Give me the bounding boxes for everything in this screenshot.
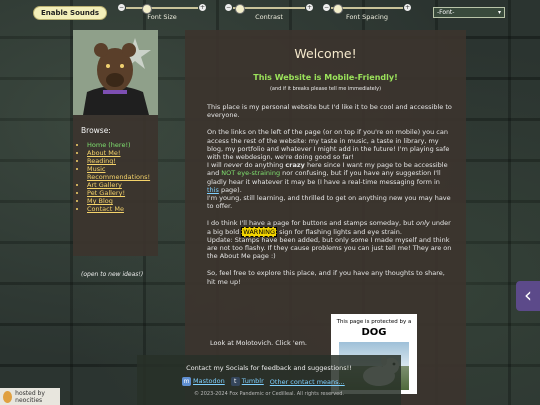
learning-text: I'm young, still learning, and thrilled … bbox=[207, 194, 451, 211]
intro-paragraph: This place is my personal website but I'… bbox=[207, 103, 452, 120]
promise-text-2: do anything bbox=[242, 161, 286, 170]
nav-link-reading[interactable]: Reading! bbox=[87, 157, 116, 165]
other-contact-link[interactable]: Other contact means... bbox=[270, 378, 345, 386]
footer-contact-text: Contact my Socials for feedback and sugg… bbox=[186, 364, 352, 372]
contrast-label: Contrast bbox=[255, 13, 283, 21]
contrast-increase-button[interactable]: + bbox=[306, 4, 313, 11]
nav-item-blog[interactable]: My Blog bbox=[87, 197, 158, 205]
nav-link-music[interactable]: Music Recommendations! bbox=[87, 165, 150, 181]
browse-heading: Browse: bbox=[81, 126, 111, 135]
font-spacing-label: Font Spacing bbox=[345, 13, 389, 21]
accessibility-toolbar: Enable Sounds − + Font Size − + Contrast… bbox=[0, 0, 540, 24]
nav-list: Home (here!) About Me! Reading! Music Re… bbox=[79, 141, 158, 213]
font-size-decrease-button[interactable]: − bbox=[118, 4, 125, 11]
nav-link-about[interactable]: About Me! bbox=[87, 149, 121, 157]
contrast-slider[interactable]: − + Contrast bbox=[225, 4, 313, 21]
nav-link-blog[interactable]: My Blog bbox=[87, 197, 113, 205]
links-paragraph: On the links on the left of the page (or… bbox=[207, 128, 452, 210]
copyright-text: © 2023-2024 Fox Pandemic or Cedilleal. A… bbox=[193, 391, 345, 397]
font-spacing-slider[interactable]: − + Font Spacing bbox=[323, 4, 411, 21]
nav-item-reading[interactable]: Reading! bbox=[87, 157, 158, 165]
bear-avatar-icon bbox=[73, 30, 158, 115]
tumblr-link-text[interactable]: Tumblr bbox=[242, 377, 264, 385]
avatar bbox=[73, 30, 158, 115]
font-size-increase-button[interactable]: + bbox=[199, 4, 206, 11]
sidebar: Browse: Home (here!) About Me! Reading! … bbox=[73, 30, 158, 278]
mastodon-link[interactable]: m Mastodon bbox=[182, 377, 225, 386]
mastodon-link-text[interactable]: Mastodon bbox=[193, 377, 225, 385]
font-select[interactable]: -Font- ▾ bbox=[433, 7, 505, 18]
crazy-emphasis: crazy bbox=[285, 161, 305, 170]
only-emphasis: only bbox=[415, 219, 430, 228]
nav-link-home[interactable]: Home bbox=[87, 141, 106, 149]
nav-item-music[interactable]: Music Recommendations! bbox=[87, 165, 158, 181]
links-text: On the links on the left of the page (or… bbox=[207, 128, 450, 162]
nav-link-contact[interactable]: Contact Me bbox=[87, 205, 124, 213]
mobile-friendly-subnote: (and if it breaks please tell me immedia… bbox=[269, 86, 382, 92]
nav-item-pets[interactable]: Pet Gallery! bbox=[87, 189, 158, 197]
page-title: Welcome! bbox=[294, 46, 357, 61]
nav-link-art[interactable]: Art Gallery bbox=[87, 181, 122, 189]
promise-text-5: page). bbox=[218, 185, 242, 194]
nav-item-contact[interactable]: Contact Me bbox=[87, 205, 158, 213]
font-size-track bbox=[126, 7, 198, 9]
explore-paragraph: So, feel free to explore this place, and… bbox=[207, 269, 445, 286]
mastodon-icon: m bbox=[182, 377, 191, 386]
open-to-ideas-note: (open to new ideas!) bbox=[81, 271, 144, 278]
nav-item-art[interactable]: Art Gallery bbox=[87, 181, 158, 189]
nav-link-pets[interactable]: Pet Gallery! bbox=[87, 189, 125, 197]
enable-sounds-button[interactable]: Enable Sounds bbox=[33, 6, 107, 20]
this-page-link[interactable]: this bbox=[207, 186, 219, 194]
footer: Contact my Socials for feedback and sugg… bbox=[137, 355, 401, 405]
font-size-slider[interactable]: − + Font Size bbox=[118, 4, 206, 21]
stamps-paragraph: I do think I'll have a page for buttons … bbox=[207, 219, 452, 260]
tumblr-link[interactable]: t Tumblr bbox=[230, 377, 264, 386]
font-spacing-decrease-button[interactable]: − bbox=[323, 4, 330, 11]
dog-badge-line1: This page is protected by a bbox=[336, 319, 412, 325]
not-eye-straining-emphasis: NOT eye-straining bbox=[221, 169, 281, 178]
promise-text: I will bbox=[207, 161, 224, 170]
tumblr-icon: t bbox=[230, 377, 240, 386]
molotovich-caption: Look at Molotovich. Click 'em. bbox=[210, 339, 307, 347]
font-select-value: -Font- bbox=[437, 9, 455, 16]
never-emphasis: never bbox=[223, 161, 243, 170]
stamps-text: I do think I'll have a page for buttons … bbox=[207, 219, 416, 228]
stamps-text-3: sign for flashing lights and eye strain. bbox=[277, 227, 402, 236]
neocities-badge-text: hosted by neocities bbox=[15, 389, 45, 404]
main-content: Welcome! This Website is Mobile-Friendly… bbox=[185, 30, 466, 405]
contrast-decrease-button[interactable]: − bbox=[225, 4, 232, 11]
stamps-update-text: Update: Stamps have been added, but only… bbox=[207, 235, 452, 261]
intro-text: This place is my personal website but I'… bbox=[207, 103, 452, 295]
mobile-friendly-notice: This Website is Mobile-Friendly! bbox=[253, 73, 398, 82]
nav-item-home[interactable]: Home (here!) bbox=[87, 141, 158, 149]
chevron-down-icon: ▾ bbox=[497, 9, 501, 16]
next-page-arrow-icon[interactable]: ‹ bbox=[516, 281, 540, 311]
neocities-cat-icon bbox=[3, 390, 13, 403]
nav-item-about[interactable]: About Me! bbox=[87, 149, 158, 157]
dog-badge-line2: DOG bbox=[361, 327, 387, 338]
footer-social-links: m Mastodon t Tumblr Other contact means... bbox=[182, 377, 345, 386]
font-spacing-increase-button[interactable]: + bbox=[404, 4, 411, 11]
font-size-label: Font Size bbox=[147, 13, 177, 21]
nav-here-note: (here!) bbox=[106, 141, 131, 149]
neocities-badge[interactable]: hosted by neocities bbox=[0, 388, 60, 405]
